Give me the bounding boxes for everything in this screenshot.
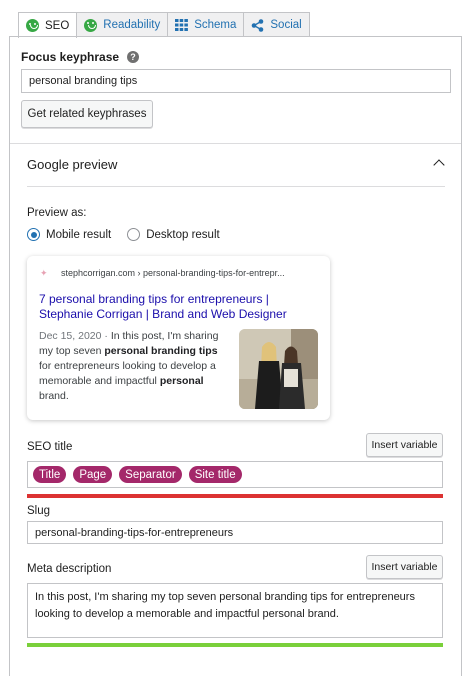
google-preview-title[interactable]: Google preview — [27, 157, 117, 172]
mobile-result-radio[interactable] — [27, 228, 40, 241]
insert-variable-button[interactable]: Insert variable — [366, 555, 443, 579]
variable-tag-page[interactable]: Page — [73, 466, 113, 483]
section-divider — [10, 143, 461, 144]
meta-description-length-progress — [27, 643, 443, 647]
serp-desc-part: brand. — [39, 390, 69, 402]
get-related-keyphrases-button[interactable]: Get related keyphrases — [21, 100, 153, 128]
tab-schema-label: Schema — [194, 19, 237, 31]
seo-title-label: SEO title — [27, 441, 73, 453]
mobile-serp-preview[interactable]: ✦ stephcorrigan.com › personal-branding-… — [27, 256, 330, 420]
tab-seo-label: SEO — [45, 19, 70, 32]
green-smiley-icon — [26, 19, 39, 32]
focus-keyphrase-label-text: Focus keyphrase — [21, 50, 120, 64]
serp-thumbnail-image — [239, 329, 318, 409]
meta-description-label: Meta description — [27, 563, 112, 575]
tab-schema[interactable]: Schema — [167, 12, 245, 37]
desktop-result-label[interactable]: Desktop result — [146, 229, 220, 241]
variable-tag-site-title[interactable]: Site title — [188, 466, 242, 483]
metabox-tabs: SEO Readability Schema Social — [18, 12, 310, 38]
slug-label: Slug — [27, 505, 51, 517]
tab-social-label: Social — [270, 19, 302, 31]
serp-desc-keyword: personal branding tips — [104, 345, 218, 357]
mobile-result-label[interactable]: Mobile result — [46, 229, 111, 241]
tab-seo[interactable]: SEO — [18, 12, 78, 38]
focus-keyphrase-input[interactable]: personal branding tips — [21, 69, 451, 93]
serp-breadcrumb: stephcorrigan.com › personal-branding-ti… — [61, 268, 285, 278]
tab-readability[interactable]: Readability — [76, 12, 169, 37]
serp-description: Dec 15, 2020 · In this post, I'm sharing… — [39, 329, 231, 404]
serp-date-separator: · — [101, 330, 111, 342]
serp-title[interactable]: 7 personal branding tips for entrepreneu… — [39, 292, 324, 322]
variable-tag-separator[interactable]: Separator — [119, 466, 182, 483]
serp-date: Dec 15, 2020 — [39, 330, 102, 342]
serp-desc-keyword: personal — [159, 375, 204, 387]
preview-as-label: Preview as: — [27, 207, 87, 219]
google-preview-divider — [27, 186, 445, 187]
tab-readability-label: Readability — [103, 19, 161, 31]
green-smiley-icon — [84, 18, 98, 32]
variable-tag-title[interactable]: Title — [33, 466, 67, 483]
share-icon — [251, 18, 264, 32]
grid-icon — [175, 19, 189, 31]
tab-social[interactable]: Social — [243, 12, 310, 37]
desktop-result-radio[interactable] — [127, 228, 141, 241]
meta-description-input[interactable]: In this post, I'm sharing my top seven p… — [27, 583, 443, 638]
site-favicon-icon: ✦ — [40, 268, 48, 278]
slug-input[interactable]: personal-branding-tips-for-entrepreneurs — [27, 521, 443, 544]
help-icon[interactable]: ? — [127, 51, 140, 63]
seo-title-input[interactable]: Title Page Separator Site title — [27, 461, 443, 488]
seo-title-length-progress — [27, 494, 443, 498]
focus-keyphrase-label: Focus keyphrase ? — [21, 50, 140, 64]
preview-mode-radios: Mobile result Desktop result — [27, 228, 220, 241]
insert-variable-button[interactable]: Insert variable — [366, 433, 443, 457]
